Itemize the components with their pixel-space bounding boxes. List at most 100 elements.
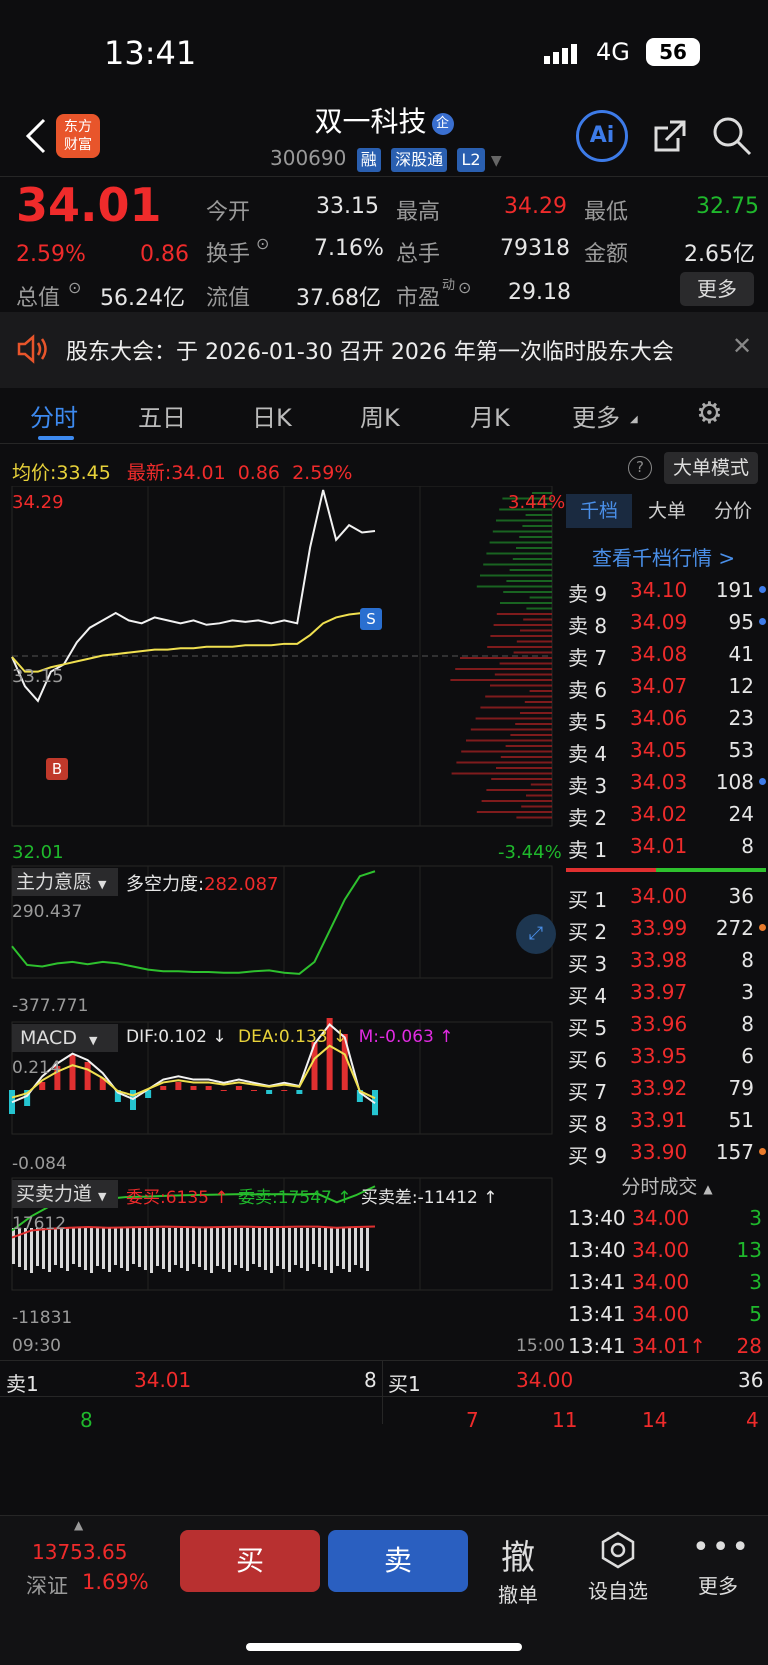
macd-axis-bottom: -0.084 (12, 1154, 67, 1174)
force-diff-bar (102, 1228, 105, 1269)
info-icon[interactable]: ⊙ (458, 278, 471, 297)
chevron-down-icon[interactable]: ▼ (491, 153, 502, 169)
indicator-selector-macd[interactable]: MACD ▼ (12, 1024, 118, 1052)
announcement-bar[interactable]: 股东大会：于 2026-01-30 召开 2026 年第一次临时股东大会 ✕ (0, 312, 768, 388)
index-name[interactable]: 深证 (26, 1570, 68, 1600)
volume-profile-bar (451, 772, 552, 775)
trade-row[interactable]: 13:41 34.01↑ 28 (566, 1330, 768, 1362)
ask-row[interactable]: 卖 6 34.07 12 (566, 670, 768, 702)
force-diff-bar (180, 1228, 183, 1268)
ask-row[interactable]: 卖 1 34.01 8 (566, 830, 768, 862)
level-qty: 8 (741, 1012, 754, 1036)
expand-icon[interactable]: ⤢ (516, 914, 556, 954)
bid-row[interactable]: 买 6 33.95 6 (566, 1040, 768, 1072)
sell-marker[interactable]: S (360, 608, 382, 630)
bid-row[interactable]: 买 4 33.97 3 (566, 976, 768, 1008)
tab-monthly-k[interactable]: 月K (470, 398, 510, 433)
volume-value: 79318 (500, 236, 570, 261)
volume-profile-bar (524, 701, 552, 703)
turnover-value: 7.16% (314, 236, 384, 261)
tab-weekly-k[interactable]: 周K (360, 398, 400, 433)
volume-profile-bar (493, 624, 552, 626)
trade-row[interactable]: 13:41 34.00 3 (566, 1266, 768, 1298)
signal-icon (544, 42, 584, 64)
force-diff-bar (210, 1228, 213, 1273)
ask-row[interactable]: 卖 9 34.10 191 (566, 574, 768, 606)
macd-bar (235, 1086, 242, 1090)
tab-depth[interactable]: 千档 (566, 494, 632, 528)
volume-profile-bar (520, 712, 552, 714)
force-diff-bar (66, 1228, 69, 1271)
bid-row[interactable]: 买 5 33.96 8 (566, 1008, 768, 1040)
volume-profile-bar (500, 602, 552, 604)
more-button[interactable]: ••• 更多 (692, 1530, 749, 1599)
pct-axis-top: 3.44% (508, 492, 566, 513)
index-pct[interactable]: 1.69% (82, 1570, 149, 1594)
ai-button[interactable]: Ai (576, 110, 628, 162)
bid-row[interactable]: 买 1 34.00 36 (566, 880, 768, 912)
indicator-selector-force[interactable]: 买卖力道 ▼ (12, 1180, 118, 1208)
volume-profile-bar (486, 552, 552, 555)
close-icon[interactable]: ✕ (732, 332, 752, 360)
cancel-order-button[interactable]: 撤 撤单 (486, 1530, 550, 1608)
level-price: 34.07 (630, 674, 688, 698)
bid-row[interactable]: 买 3 33.98 8 (566, 944, 768, 976)
help-icon[interactable]: ? (628, 456, 652, 480)
bid-row[interactable]: 买 2 33.99 272 (566, 912, 768, 944)
tab-five-day[interactable]: 五日 (138, 398, 186, 433)
sell-button[interactable]: 卖 (328, 1530, 468, 1592)
level-label: 卖 7 (568, 646, 608, 670)
trade-qty: 3 (749, 1270, 762, 1294)
force-diff-bar (48, 1228, 51, 1272)
bid-row[interactable]: 买 9 33.90 157 (566, 1136, 768, 1168)
ask-row[interactable]: 卖 5 34.06 23 (566, 702, 768, 734)
buy-button[interactable]: 买 (180, 1530, 320, 1592)
big-order-mode-button[interactable]: 大单模式 (664, 452, 758, 484)
buy-marker[interactable]: B (46, 758, 68, 780)
search-icon[interactable] (710, 114, 754, 158)
bid-row[interactable]: 买 7 33.92 79 (566, 1072, 768, 1104)
period-tabs: 分时 五日 日K 周K 月K 更多 ◢ ⚙ (0, 388, 768, 444)
ask-row[interactable]: 卖 7 34.08 41 (566, 638, 768, 670)
share-icon[interactable] (650, 116, 690, 156)
price-axis-top: 34.29 (12, 492, 64, 513)
tab-daily-k[interactable]: 日K (252, 398, 292, 433)
ask-row[interactable]: 卖 8 34.09 95 (566, 606, 768, 638)
macd-bar (160, 1086, 167, 1090)
tab-more[interactable]: 更多 (572, 398, 620, 433)
info-icon[interactable]: ⊙ (68, 278, 81, 297)
ask-row[interactable]: 卖 4 34.05 53 (566, 734, 768, 766)
index-value[interactable]: 13753.65 (32, 1540, 127, 1564)
tab-intraday[interactable]: 分时 (30, 398, 78, 433)
volume-profile-bar (494, 673, 552, 676)
force-diff-bar (306, 1228, 309, 1271)
macd-bar (266, 1090, 273, 1094)
sell-queue-item: 8 (80, 1408, 93, 1432)
price-line (11, 489, 376, 703)
add-watchlist-button[interactable]: 设自选 (580, 1530, 656, 1604)
indicator-selector-will[interactable]: 主力意愿 ▼ (12, 868, 118, 896)
gear-icon[interactable]: ⚙ (696, 396, 723, 431)
trades-title[interactable]: 分时成交 ▲ (566, 1172, 768, 1199)
info-icon[interactable]: ⊙ (256, 234, 269, 253)
tab-big-order[interactable]: 大单 (634, 494, 700, 528)
intraday-charts[interactable] (0, 486, 566, 1366)
volume-profile-bar (530, 783, 552, 786)
trade-row[interactable]: 13:40 34.00 13 (566, 1234, 768, 1266)
trade-row[interactable]: 13:41 34.00 5 (566, 1298, 768, 1330)
depth-link[interactable]: 查看千档行情 > (592, 542, 735, 571)
orderbook-tabs: 千档 大单 分价 (566, 494, 768, 530)
trade-row[interactable]: 13:40 34.00 3 (566, 1202, 768, 1234)
volume-profile-bar (476, 811, 552, 813)
tab-price-dist[interactable]: 分价 (700, 494, 766, 528)
buy-queue-item: 7 (466, 1408, 479, 1432)
bid-row[interactable]: 买 8 33.91 51 (566, 1104, 768, 1136)
more-quote-button[interactable]: 更多 (680, 272, 754, 306)
level-label: 买 4 (568, 984, 608, 1008)
level-price: 33.91 (630, 1108, 688, 1132)
ask-row[interactable]: 卖 3 34.03 108 (566, 766, 768, 798)
level-price: 34.09 (630, 610, 688, 634)
macd-bar (220, 1090, 227, 1091)
force-values: 委买:6135 ↑ 委卖:17547 ↑ 买卖差:-11412 ↑ (126, 1188, 498, 1208)
ask-row[interactable]: 卖 2 34.02 24 (566, 798, 768, 830)
